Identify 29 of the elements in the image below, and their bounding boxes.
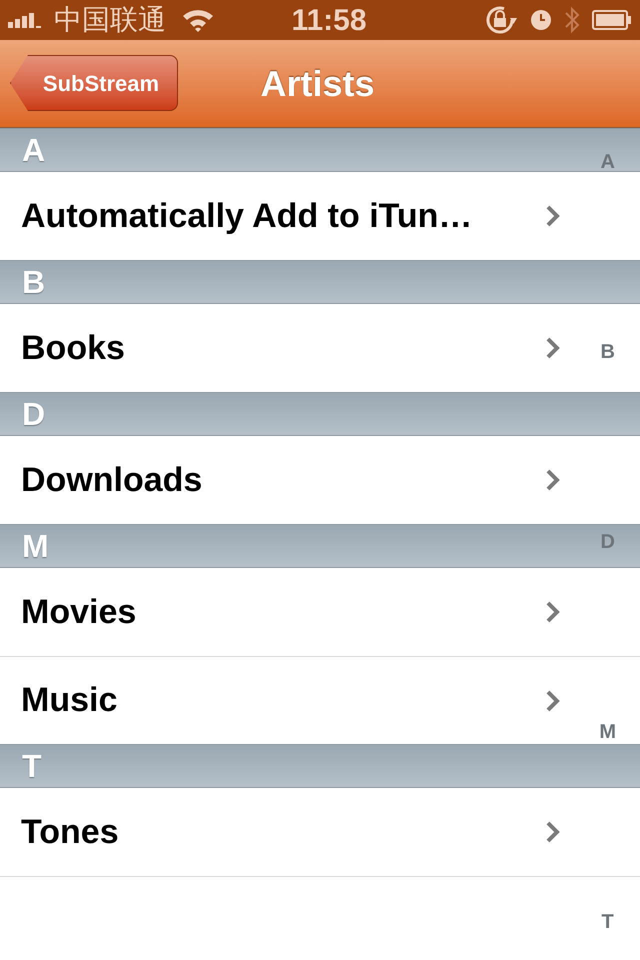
clock-icon: [530, 9, 552, 31]
carrier-name: 中国联通: [54, 2, 166, 38]
index-letter[interactable]: M: [599, 722, 616, 742]
clock-time: 11:58: [291, 2, 367, 38]
index-letter[interactable]: T: [602, 912, 614, 932]
rotation-lock-icon: [484, 4, 518, 36]
index-letter[interactable]: B: [600, 342, 615, 362]
chevron-icon: [546, 601, 560, 623]
chevron-icon: [546, 469, 560, 491]
screen-title: Artists: [260, 62, 375, 106]
chevron-icon: [546, 690, 560, 712]
section-letter: M: [22, 527, 49, 566]
wifi-icon: [182, 8, 214, 32]
row-label: Automatically Add to iTun…: [21, 196, 474, 236]
section-letter: D: [22, 395, 46, 434]
row-label: Downloads: [21, 460, 204, 500]
bluetooth-icon: [564, 5, 580, 35]
chevron-icon: [546, 337, 560, 359]
row-label: Music: [21, 680, 118, 721]
row-label: Books: [21, 328, 126, 368]
section-letter: B: [22, 263, 46, 302]
chevron-icon: [546, 205, 560, 227]
row-label: Tones: [21, 812, 120, 852]
back-button[interactable]: SubStream: [10, 55, 178, 111]
section-letter: T: [22, 747, 42, 786]
chevron-icon: [546, 821, 560, 843]
section-letter: A: [22, 131, 46, 170]
row-label: Movies: [21, 592, 138, 632]
battery-icon: [592, 10, 632, 30]
